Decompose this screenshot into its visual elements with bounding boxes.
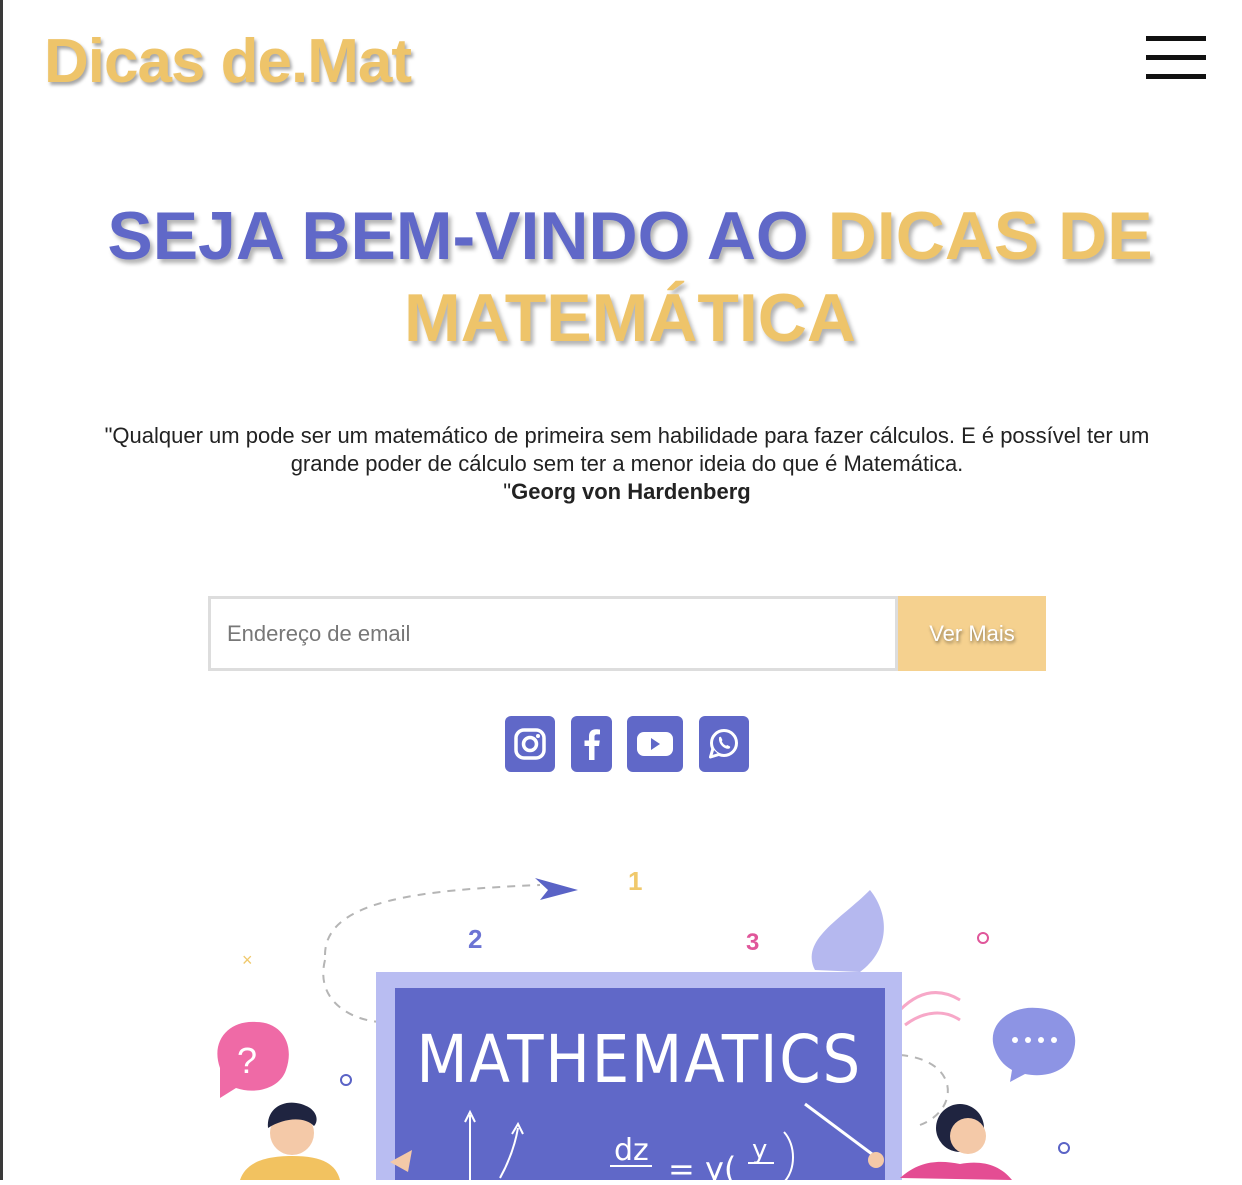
question-mark: ?	[237, 1040, 257, 1081]
newsletter-form: Ver Mais	[208, 596, 1046, 671]
number-one: 1	[628, 866, 642, 896]
x-mark: ×	[242, 950, 253, 970]
equation-rhs: = y(	[668, 1150, 736, 1180]
math-classroom-illustration: 1 2 3 × MATHEMATICS dz = y( y ?	[217, 866, 1076, 1185]
quote-line: grande poder de cálculo sem ter a menor …	[290, 451, 964, 476]
site-logo[interactable]: Dicas de.Mat	[44, 26, 412, 97]
equation-dz: dz	[614, 1133, 649, 1168]
hamburger-menu-icon[interactable]	[1146, 36, 1206, 80]
facebook-icon	[584, 729, 600, 760]
whatsapp-icon	[709, 729, 738, 759]
facebook-link[interactable]	[571, 716, 612, 772]
menu-bar	[1146, 36, 1206, 41]
youtube-link[interactable]	[627, 716, 683, 772]
board-title: MATHEMATICS	[416, 1021, 862, 1098]
window-edge	[0, 0, 3, 1180]
youtube-icon	[637, 732, 673, 756]
number-three: 3	[746, 929, 759, 956]
equation-frac: y	[752, 1135, 767, 1165]
hero-title-welcome: SEJA BEM-VINDO AO	[107, 198, 828, 274]
math-illustration: 1 2 3 × MATHEMATICS dz = y( y ?	[200, 860, 1100, 1185]
menu-bar	[1146, 55, 1206, 60]
instagram-link[interactable]	[505, 716, 555, 772]
quote-attribution: "Georg von Hardenberg	[40, 478, 1214, 506]
quote-line: "Qualquer um pode ser um matemático de p…	[104, 423, 1150, 448]
site-header: Dicas de.Mat	[0, 0, 1242, 130]
quote-author: Georg von Hardenberg	[511, 479, 751, 504]
quote-block: "Qualquer um pode ser um matemático de p…	[40, 422, 1214, 506]
social-links	[0, 716, 1242, 772]
instagram-icon	[514, 728, 546, 760]
hero-title: SEJA BEM-VINDO AO DICAS DE MATEMÁTICA	[40, 195, 1220, 359]
paper-plane-icon	[535, 878, 578, 900]
whatsapp-link[interactable]	[699, 716, 749, 772]
ver-mais-button[interactable]: Ver Mais	[898, 596, 1046, 671]
quote-mark: "	[503, 479, 512, 504]
email-input[interactable]	[208, 596, 898, 671]
menu-bar	[1146, 74, 1206, 79]
number-two: 2	[468, 924, 482, 954]
